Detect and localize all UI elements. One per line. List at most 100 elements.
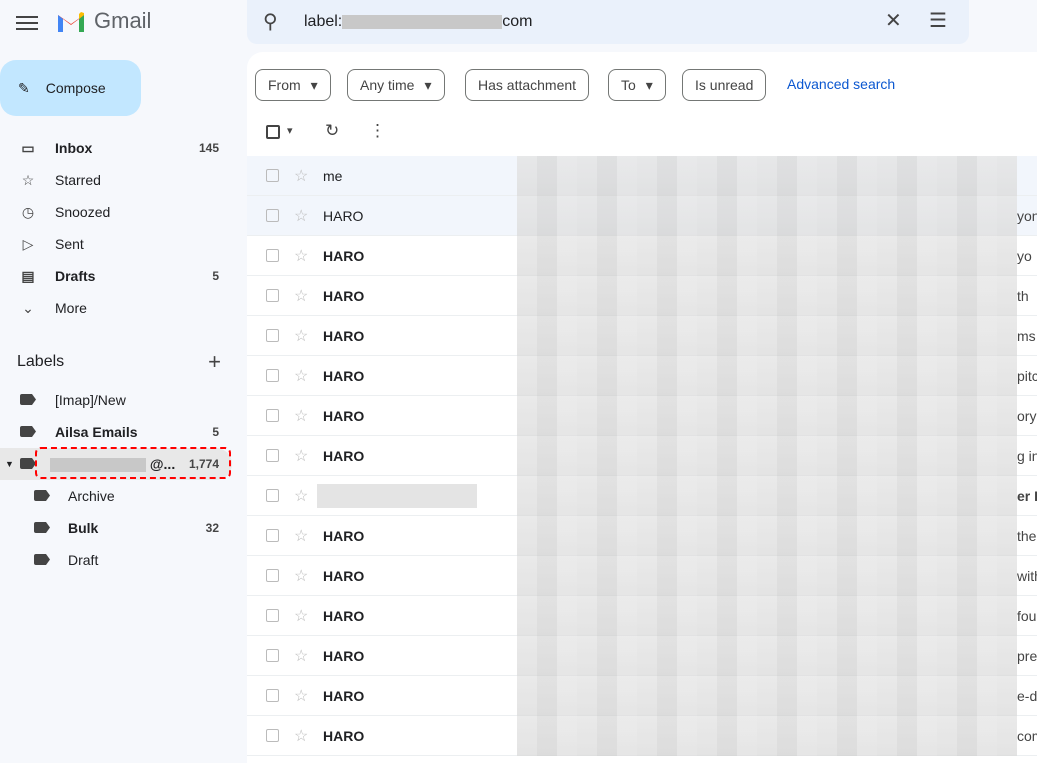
sidebar-item-starred[interactable]: ☆ Starred [0,164,232,196]
star-icon[interactable]: ☆ [294,366,308,386]
main-menu-icon[interactable] [16,12,38,34]
redacted-content [517,516,1017,556]
inbox-icon: ▭ [21,139,35,156]
label-item[interactable]: Draft [0,544,232,576]
redacted-content [517,236,1017,276]
row-checkbox[interactable] [266,449,279,462]
star-icon[interactable]: ☆ [294,246,308,266]
row-checkbox[interactable] [266,369,279,382]
row-checkbox[interactable] [266,209,279,222]
filter-from[interactable]: From ▾ [255,69,331,101]
star-icon[interactable]: ☆ [294,486,308,506]
email-row[interactable]: ☆ HARO yon [247,196,1037,236]
gmail-m-icon [58,11,84,32]
search-icon[interactable]: ⚲ [263,9,278,34]
refresh-icon[interactable]: ↻ [325,121,339,141]
row-checkbox[interactable] [266,609,279,622]
star-icon[interactable]: ☆ [294,206,308,226]
email-row[interactable]: ☆ HARO ory [247,396,1037,436]
email-row[interactable]: ☆ me [247,156,1037,196]
redacted-content [517,316,1017,356]
star-icon[interactable]: ☆ [294,166,308,186]
expand-icon[interactable]: ▼ [5,459,14,469]
labels-header: Labels + [17,349,221,375]
star-icon: ☆ [21,171,35,188]
filter-to[interactable]: To ▾ [608,69,666,101]
sidebar-item-inbox[interactable]: ▭ Inbox 145 [0,132,232,164]
mail-list-panel: From ▾ Any time ▾ Has attachment To ▾ Is un… [247,52,1037,763]
draft-icon: ▤ [21,267,35,284]
redacted-content [517,676,1017,716]
star-icon[interactable]: ☆ [294,686,308,706]
label-item[interactable]: Archive [0,480,232,512]
dropdown-icon: ▾ [424,76,432,93]
pencil-icon: ✎ [18,79,30,96]
redacted-content [517,276,1017,316]
email-row[interactable]: ☆ HARO the [247,516,1037,556]
redacted-content [517,716,1017,756]
star-icon[interactable]: ☆ [294,286,308,306]
filter-has-attachment[interactable]: Has attachment [465,69,590,101]
star-icon[interactable]: ☆ [294,406,308,426]
row-checkbox[interactable] [266,169,279,182]
gmail-logo[interactable]: Gmail [56,8,151,34]
email-row[interactable]: ☆HAROcom [247,716,1037,756]
sidebar-item-drafts[interactable]: ▤ Drafts 5 [0,260,232,292]
email-row[interactable]: ☆ HARO e-d [247,676,1037,716]
email-row[interactable]: ☆ HARO fou [247,596,1037,636]
email-row[interactable]: ☆ HARO g in [247,436,1037,476]
email-row[interactable]: ☆ HARO pitc [247,356,1037,396]
label-icon [18,424,38,440]
label-icon [18,392,38,408]
label-item[interactable]: Bulk 32 [0,512,232,544]
label-icon [32,520,52,536]
redacted-content [517,436,1017,476]
label-item[interactable]: Ailsa Emails 5 [0,416,232,448]
email-row[interactable]: ☆ HARO pre [247,636,1037,676]
email-row[interactable]: ☆ HARO th [247,276,1037,316]
row-checkbox[interactable] [266,689,279,702]
top-bar: Gmail ⚲ label: com ✕ ☰ [0,0,1037,52]
row-checkbox[interactable] [266,649,279,662]
star-icon[interactable]: ☆ [294,646,308,666]
add-label-icon[interactable]: + [208,349,221,375]
star-icon[interactable]: ☆ [294,526,308,546]
search-bar[interactable]: ⚲ label: com ✕ ☰ [247,0,969,44]
sidebar-item-sent[interactable]: ▷ Sent [0,228,232,260]
email-row[interactable]: ☆ HARO ms [247,316,1037,356]
star-icon[interactable]: ☆ [294,726,308,746]
email-row[interactable]: ☆HAROwith [247,556,1037,596]
row-checkbox[interactable] [266,329,279,342]
redacted-content [517,356,1017,396]
more-options-icon[interactable]: ⋮ [369,121,386,141]
star-icon[interactable]: ☆ [294,446,308,466]
search-input[interactable]: label: com [304,13,532,31]
row-checkbox[interactable] [266,489,279,502]
select-all-checkbox[interactable] [266,125,280,139]
advanced-search-link[interactable]: Advanced search [787,76,895,92]
label-item[interactable]: [Imap]/New [0,384,232,416]
row-checkbox[interactable] [266,409,279,422]
clear-search-icon[interactable]: ✕ [885,8,902,33]
row-checkbox[interactable] [266,529,279,542]
star-icon[interactable]: ☆ [294,326,308,346]
sidebar-item-snoozed[interactable]: ◷ Snoozed [0,196,232,228]
row-checkbox[interactable] [266,569,279,582]
dropdown-icon: ▾ [310,76,318,93]
select-dropdown-icon[interactable]: ▾ [287,124,293,137]
star-icon[interactable]: ☆ [294,566,308,586]
redacted-content [517,396,1017,436]
row-checkbox[interactable] [266,729,279,742]
filter-is-unread[interactable]: Is unread [682,69,767,101]
star-icon[interactable]: ☆ [294,606,308,626]
row-checkbox[interactable] [266,289,279,302]
sidebar-item-more[interactable]: ⌄ More [0,292,232,324]
search-options-icon[interactable]: ☰ [929,8,947,33]
email-row[interactable]: ☆er B [247,476,1037,516]
filter-any-time[interactable]: Any time ▾ [347,69,445,101]
label-icon [32,488,52,504]
row-checkbox[interactable] [266,249,279,262]
email-row[interactable]: ☆ HARO yo [247,236,1037,276]
compose-button[interactable]: ✎ Compose [0,60,141,116]
chevron-down-icon: ⌄ [22,299,34,316]
